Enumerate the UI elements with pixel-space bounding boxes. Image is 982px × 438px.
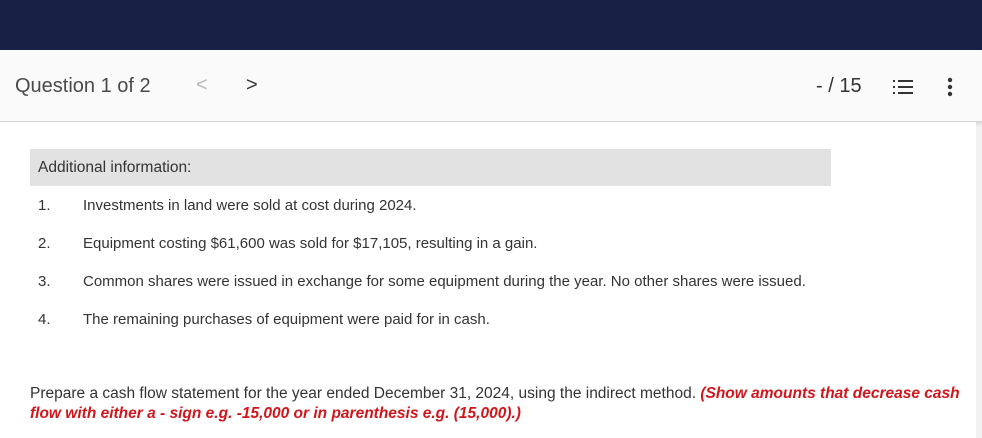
prompt-text: Prepare a cash flow statement for the ye… (30, 385, 697, 402)
list-item-number: 3. (38, 273, 51, 290)
list-item-number: 4. (38, 311, 51, 328)
top-banner (0, 0, 982, 50)
next-question-button[interactable]: > (246, 74, 258, 97)
list-item-text: The remaining purchases of equipment wer… (83, 311, 490, 328)
additional-info-heading: Additional information: (30, 149, 831, 186)
list-item-text: Equipment costing $61,600 was sold for $… (83, 235, 538, 252)
question-content: Additional information: 1. Investments i… (0, 122, 976, 438)
question-prompt: Prepare a cash flow statement for the ye… (30, 384, 970, 424)
list-item-text: Investments in land were sold at cost du… (83, 197, 417, 214)
list-item-number: 2. (38, 235, 51, 252)
list-item-text: Common shares were issued in exchange fo… (83, 273, 806, 290)
list-item-number: 1. (38, 197, 51, 214)
list-icon[interactable] (893, 79, 913, 95)
previous-question-button[interactable]: < (196, 74, 208, 97)
score-display: - / 15 (816, 75, 862, 97)
more-vertical-icon[interactable] (946, 77, 954, 97)
question-toolbar: Question 1 of 2 < > - / 15 (0, 50, 982, 122)
question-counter: Question 1 of 2 (15, 75, 151, 97)
